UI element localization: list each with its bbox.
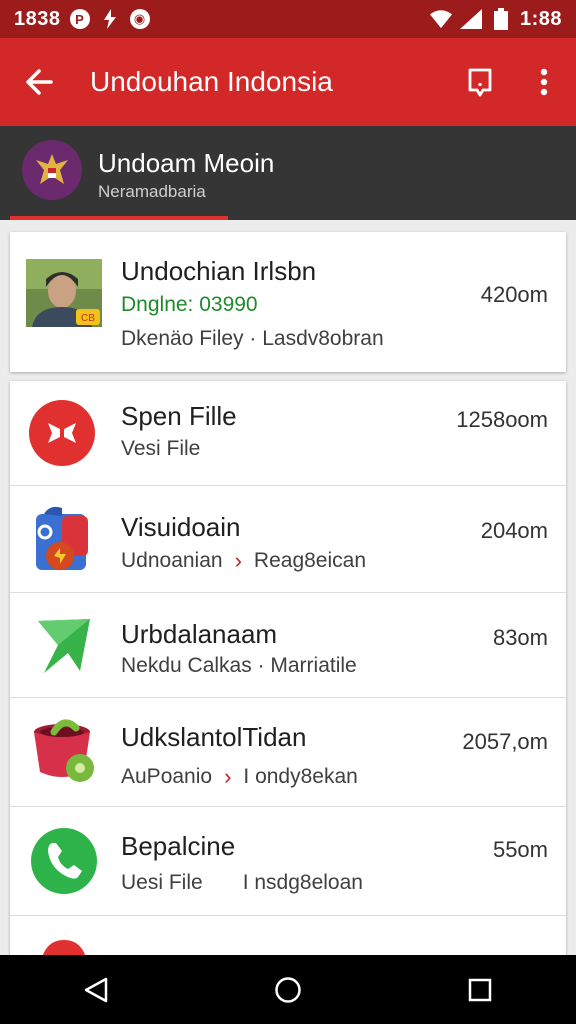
item-size: 420om (480, 282, 548, 307)
avatar: CB (26, 259, 102, 327)
item-title: Undochian Irlsbn (121, 256, 317, 286)
list-item[interactable]: Bepalcine Uesi File I nsdg8eloan 55om (10, 807, 566, 915)
chevron-right-icon: › (224, 764, 232, 789)
status-right: 1:88 (429, 7, 562, 31)
signal-icon (459, 8, 482, 30)
item-title: Spen Fille (121, 401, 237, 431)
more-vert-icon (540, 68, 548, 96)
header-title: Undoam Meoin (98, 148, 275, 178)
list-card: Spen Fille Vesi File 1258oom Visuidoain … (10, 381, 566, 966)
status-time-right: 1:88 (519, 7, 562, 30)
item-meta-row: Udnoanian › Reag8eican (121, 548, 366, 574)
arrow-back-icon (26, 69, 53, 95)
nav-recents-button[interactable] (435, 955, 525, 1024)
square-recents-icon (468, 978, 492, 1001)
item-meta-row: Uesi File I nsdg8eloan (121, 871, 363, 895)
nav-back-button[interactable] (51, 955, 141, 1024)
item-meta: Nekdu Calkas · Marriatile (121, 654, 357, 677)
svg-text:CB: CB (81, 313, 95, 324)
status-left: 1838 P ◉ (14, 8, 151, 31)
chevron-right-icon: › (234, 548, 242, 573)
share-icon (468, 68, 492, 97)
list-item[interactable]: Visuidoain Udnoanian › Reag8eican 204om (10, 486, 566, 592)
item-size: 55om (492, 837, 548, 862)
battery-icon (490, 8, 512, 30)
status-bar: 1838 P ◉ 1:88 (0, 0, 576, 38)
circle-home-icon (275, 976, 301, 1003)
send-arrow-icon (34, 615, 94, 680)
item-meta: Vesi File (121, 437, 201, 460)
tab-indicator (10, 216, 228, 220)
box-app-icon (30, 504, 94, 581)
item-title: Bepalcine (121, 831, 236, 861)
wifi-icon (429, 8, 452, 30)
item-meta: Dkenäo Filey · Lasdv8obran (121, 327, 384, 350)
item-title: Urbdalanaam (121, 619, 278, 649)
item-meta-row: AuPoanio › I ondy8ekan (121, 764, 358, 790)
item-meta-secondary: I nsdg8eloan (242, 871, 363, 894)
item-size: 83om (492, 625, 548, 650)
app-title: Undouhan Indonsia (90, 66, 333, 97)
item-size: 1258oom (456, 407, 548, 432)
header-subtitle: Neramadbaria (98, 182, 206, 201)
list-item[interactable]: Urbdalanaam Nekdu Calkas · Marriatile 83… (10, 593, 566, 697)
triangle-back-icon (84, 977, 108, 1002)
camera-icon: ◉ (129, 8, 151, 30)
item-size: 204om (480, 518, 548, 543)
header-band: Undoam Meoin Neramadbaria (0, 126, 576, 220)
red-pot-app-icon (30, 718, 98, 791)
share-button[interactable] (448, 38, 512, 126)
more-options-button[interactable] (512, 38, 576, 126)
item-meta: AuPoanio (121, 765, 213, 788)
item-meta: Udnoanian (121, 549, 223, 572)
navigation-bar (0, 955, 576, 1024)
list-item[interactable]: Spen Fille Vesi File 1258oom (10, 381, 566, 485)
p-icon: P (69, 8, 91, 30)
nav-home-button[interactable] (243, 955, 333, 1024)
item-title: Visuidoain (121, 512, 241, 542)
back-button[interactable] (0, 38, 78, 126)
item-title: UdkslantolTidan (121, 722, 307, 752)
status-time-left: 1838 (14, 7, 61, 30)
list-card: CB Undochian Irlsbn Dnglne: 03990 Dkenäo… (10, 232, 566, 372)
list-item[interactable]: UdkslantolTidan AuPoanio › I ondy8ekan 2… (10, 698, 566, 806)
app-bar: Undouhan Indonsia (0, 38, 576, 126)
item-meta: Uesi File (121, 871, 203, 894)
item-size: 2057,om (462, 729, 548, 754)
phone-app-icon (30, 827, 98, 900)
item-meta-secondary: I ondy8ekan (243, 765, 358, 788)
item-date: Dnglne: 03990 (121, 293, 258, 316)
bolt-icon (99, 8, 121, 30)
item-meta-secondary: Reag8eican (253, 549, 367, 572)
list-item[interactable]: CB Undochian Irlsbn Dnglne: 03990 Dkenäo… (10, 232, 566, 372)
red-circle-app-icon (28, 399, 96, 472)
garuda-emblem-icon (22, 140, 82, 200)
